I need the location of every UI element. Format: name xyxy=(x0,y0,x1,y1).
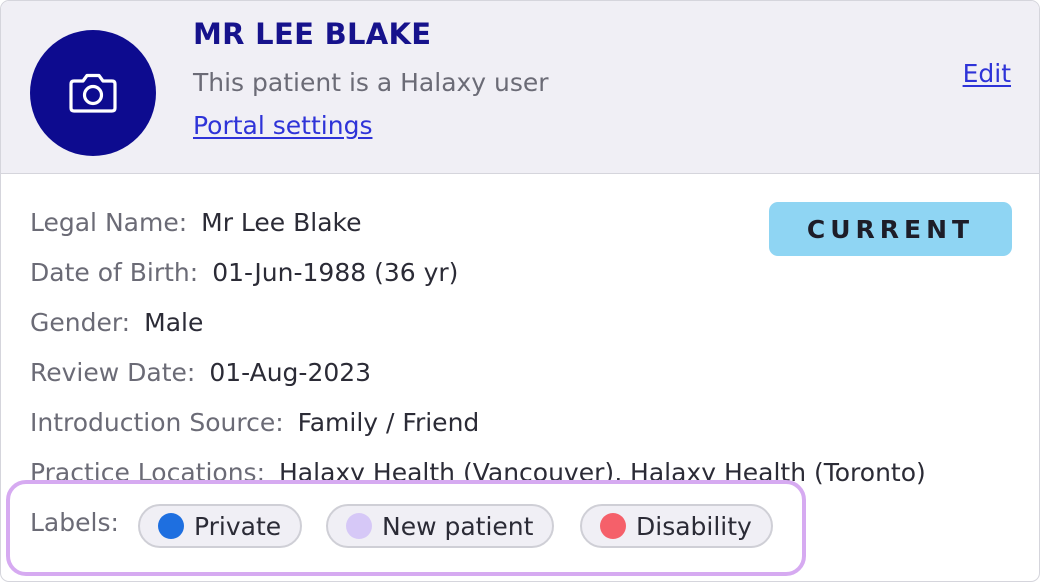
gender-row: Gender: Male xyxy=(30,310,203,335)
gender-value: Male xyxy=(144,308,204,337)
label-chip-text: Disability xyxy=(636,511,752,541)
disability-color-dot xyxy=(600,513,626,539)
introduction-source-value: Family / Friend xyxy=(297,408,480,437)
label-chip-private[interactable]: Private xyxy=(138,504,303,548)
patient-card: MR LEE BLAKE This patient is a Halaxy us… xyxy=(0,0,1040,582)
gender-label: Gender: xyxy=(30,308,131,337)
label-chip-disability[interactable]: Disability xyxy=(580,504,773,548)
new-patient-color-dot xyxy=(346,513,372,539)
introduction-source-row: Introduction Source: Family / Friend xyxy=(30,410,479,435)
patient-header: MR LEE BLAKE This patient is a Halaxy us… xyxy=(1,1,1039,174)
portal-settings-link[interactable]: Portal settings xyxy=(193,111,372,140)
dob-value: 01-Jun-1988 (36 yr) xyxy=(212,258,459,287)
dob-row: Date of Birth: 01-Jun-1988 (36 yr) xyxy=(30,260,458,285)
legal-name-label: Legal Name: xyxy=(30,208,188,237)
review-date-row: Review Date: 01-Aug-2023 xyxy=(30,360,371,385)
review-date-value: 01-Aug-2023 xyxy=(209,358,372,387)
label-chip-new-patient[interactable]: New patient xyxy=(326,504,555,548)
review-date-label: Review Date: xyxy=(30,358,196,387)
label-chip-text: Private xyxy=(194,511,282,541)
halaxy-user-status: This patient is a Halaxy user xyxy=(193,68,549,97)
status-badge: CURRENT xyxy=(769,202,1012,256)
avatar-upload-button[interactable] xyxy=(30,30,156,156)
patient-name: MR LEE BLAKE xyxy=(193,17,432,51)
dob-label: Date of Birth: xyxy=(30,258,199,287)
private-color-dot xyxy=(158,513,184,539)
label-chip-text: New patient xyxy=(382,511,534,541)
introduction-source-label: Introduction Source: xyxy=(30,408,284,437)
edit-link[interactable]: Edit xyxy=(963,59,1011,88)
camera-icon xyxy=(69,73,117,113)
legal-name-value: Mr Lee Blake xyxy=(201,208,362,237)
legal-name-row: Legal Name: Mr Lee Blake xyxy=(30,210,362,235)
labels-caption: Labels: xyxy=(30,508,119,537)
